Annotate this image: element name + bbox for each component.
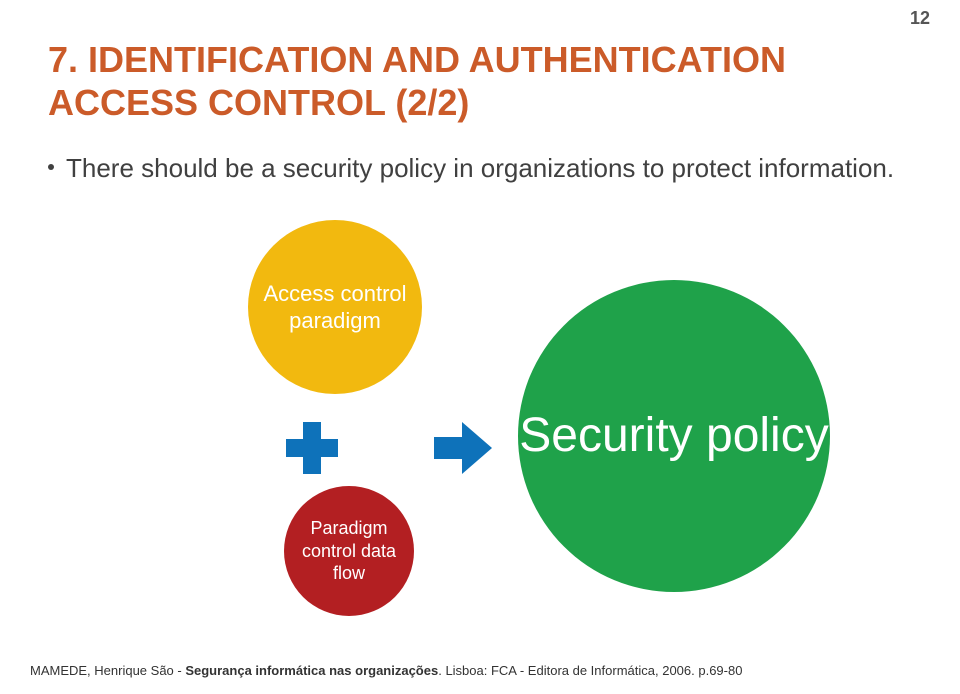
circle-security-policy: Security policy bbox=[518, 280, 830, 592]
page-number: 12 bbox=[910, 8, 930, 29]
bullet-dot-icon bbox=[48, 164, 54, 170]
citation: MAMEDE, Henrique São - Segurança informá… bbox=[30, 663, 930, 678]
circle-label: Access control paradigm bbox=[248, 280, 422, 335]
slide: 12 7. IDENTIFICATION AND AUTHENTICATION … bbox=[0, 0, 960, 694]
citation-author: MAMEDE, Henrique São - bbox=[30, 663, 185, 678]
circle-paradigm-control-data-flow: Paradigm control data flow bbox=[284, 486, 414, 616]
plus-icon bbox=[286, 422, 338, 474]
circle-label: Paradigm control data flow bbox=[284, 517, 414, 585]
citation-work: Segurança informática nas organizações bbox=[185, 663, 438, 678]
circle-access-control-paradigm: Access control paradigm bbox=[248, 220, 422, 394]
bullet-item: There should be a security policy in org… bbox=[48, 152, 912, 185]
diagram: Access control paradigm Paradigm control… bbox=[0, 190, 960, 620]
arrow-right-icon bbox=[434, 422, 494, 474]
citation-rest: . Lisboa: FCA - Editora de Informática, … bbox=[438, 663, 742, 678]
slide-title: 7. IDENTIFICATION AND AUTHENTICATION ACC… bbox=[48, 38, 920, 124]
bullet-text: There should be a security policy in org… bbox=[66, 152, 894, 185]
circle-label: Security policy bbox=[519, 408, 828, 463]
